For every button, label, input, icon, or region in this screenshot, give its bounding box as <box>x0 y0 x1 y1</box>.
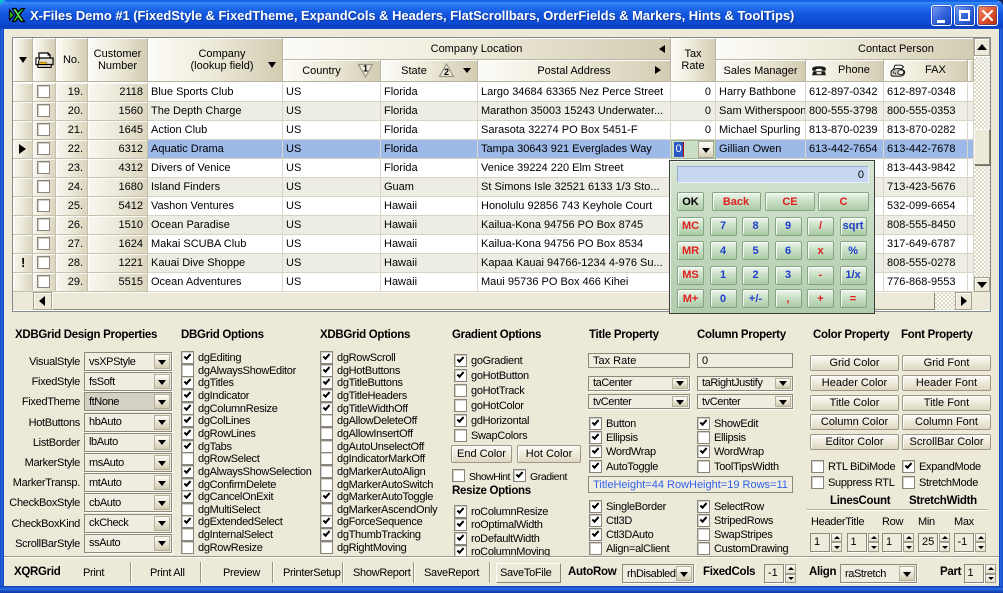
svg-text:1: 1 <box>363 64 368 74</box>
svg-text:2: 2 <box>444 67 449 77</box>
